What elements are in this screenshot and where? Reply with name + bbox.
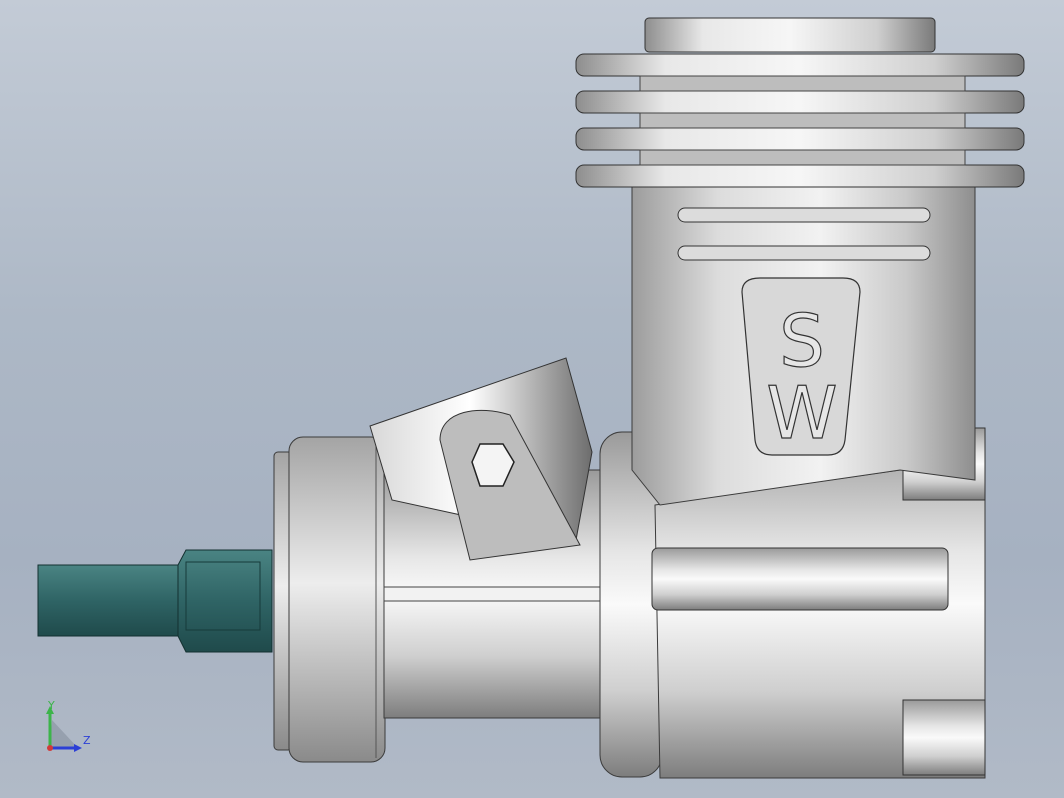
- axis-triad: [46, 706, 82, 752]
- y-axis-label: Y: [48, 699, 55, 712]
- drive-flange: [273, 436, 386, 763]
- z-axis-label: Z: [83, 734, 91, 747]
- cooling-fins: [575, 17, 1025, 188]
- engine-model[interactable]: S W: [0, 0, 1064, 798]
- propeller-shaft: [37, 549, 273, 653]
- graphics-viewport[interactable]: S W Y Z: [0, 0, 1064, 798]
- logo-letter-w: W: [766, 371, 837, 455]
